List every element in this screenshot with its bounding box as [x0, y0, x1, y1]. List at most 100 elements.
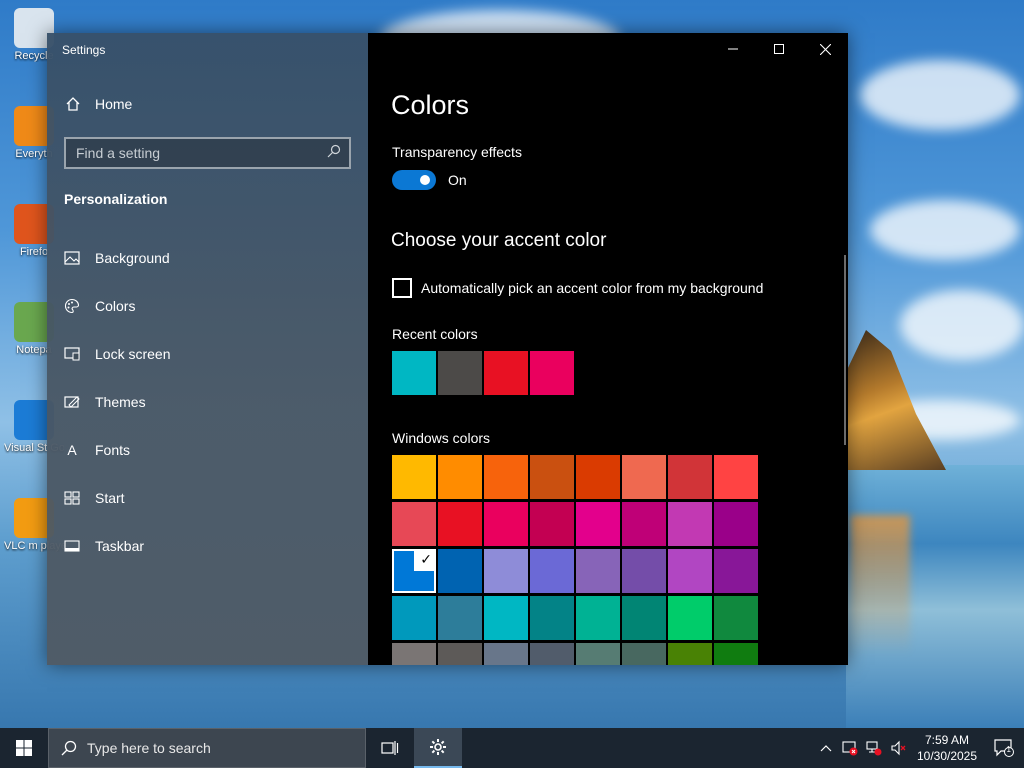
color-swatch[interactable]	[484, 455, 528, 499]
recent-color-swatch[interactable]	[484, 351, 528, 395]
fonts-icon: A	[67, 442, 77, 458]
find-setting-box[interactable]	[64, 137, 351, 169]
nav-item-label: Start	[95, 490, 125, 506]
color-swatch[interactable]	[392, 643, 436, 665]
windows-colors-label: Windows colors	[392, 430, 491, 446]
task-view-button[interactable]	[366, 728, 414, 768]
color-swatch[interactable]	[530, 596, 574, 640]
color-swatch[interactable]	[438, 502, 482, 546]
nav-item-label: Lock screen	[95, 346, 171, 362]
color-swatch[interactable]	[392, 502, 436, 546]
color-swatch[interactable]	[622, 455, 666, 499]
color-swatch[interactable]	[484, 643, 528, 665]
window-title: Settings	[62, 43, 106, 57]
color-swatch[interactable]	[530, 502, 574, 546]
taskbar: Type here to search 7:59 AM 10/30/2025 1	[0, 728, 1024, 768]
color-swatch[interactable]	[438, 643, 482, 665]
home-icon	[65, 96, 81, 112]
notification-count: 1	[1006, 745, 1011, 754]
settings-nav-pane: Settings Home Personalization Background…	[47, 33, 368, 665]
color-swatch[interactable]	[576, 455, 620, 499]
nav-item-taskbar[interactable]: Taskbar	[47, 522, 368, 570]
palette-icon	[64, 298, 80, 314]
system-tray: 7:59 AM 10/30/2025 1	[814, 728, 1024, 768]
color-swatch[interactable]	[438, 549, 482, 593]
color-swatch[interactable]	[622, 596, 666, 640]
recent-color-swatch[interactable]	[530, 351, 574, 395]
color-swatch[interactable]	[530, 455, 574, 499]
auto-pick-checkbox[interactable]	[392, 278, 412, 298]
color-swatch[interactable]	[392, 455, 436, 499]
maximize-button[interactable]	[756, 33, 802, 65]
transparency-toggle[interactable]	[392, 170, 436, 190]
image-icon	[64, 250, 80, 266]
maximize-icon	[774, 44, 784, 54]
settings-window: Settings Home Personalization Background…	[47, 33, 848, 665]
taskbar-clock[interactable]: 7:59 AM 10/30/2025	[910, 732, 984, 764]
recent-color-swatch[interactable]	[438, 351, 482, 395]
nav-item-lock-screen[interactable]: Lock screen	[47, 330, 368, 378]
color-swatch[interactable]	[668, 502, 712, 546]
color-swatch[interactable]	[714, 643, 758, 665]
color-swatch[interactable]	[438, 455, 482, 499]
windows-colors-grid: ✓	[392, 455, 758, 665]
desktop-reflection	[850, 515, 910, 655]
color-swatch[interactable]	[576, 596, 620, 640]
nav-item-label: Taskbar	[95, 538, 145, 554]
color-swatch[interactable]	[576, 502, 620, 546]
nav-item-start[interactable]: Start	[47, 474, 368, 522]
start-button[interactable]	[0, 728, 48, 768]
start-icon	[64, 490, 80, 506]
nav-item-fonts[interactable]: A Fonts	[47, 426, 368, 474]
taskbar-search[interactable]: Type here to search	[48, 728, 366, 768]
chevron-up-icon[interactable]	[814, 728, 838, 768]
nav-item-colors[interactable]: Colors	[47, 282, 368, 330]
color-swatch[interactable]	[714, 455, 758, 499]
recent-color-swatch[interactable]	[392, 351, 436, 395]
clock-date: 10/30/2025	[916, 749, 978, 763]
search-icon[interactable]	[327, 144, 341, 163]
task-view-icon	[381, 741, 399, 755]
nav-item-background[interactable]: Background	[47, 234, 368, 282]
color-swatch[interactable]	[484, 502, 528, 546]
color-swatch[interactable]	[392, 596, 436, 640]
color-swatch[interactable]	[622, 502, 666, 546]
nav-home[interactable]: Home	[65, 96, 132, 112]
color-swatch[interactable]	[714, 596, 758, 640]
color-swatch[interactable]	[668, 596, 712, 640]
color-swatch[interactable]	[530, 643, 574, 665]
color-swatch[interactable]	[484, 549, 528, 593]
color-swatch[interactable]	[576, 643, 620, 665]
taskbar-icon	[64, 538, 80, 554]
color-swatch[interactable]	[668, 549, 712, 593]
nav-item-themes[interactable]: Themes	[47, 378, 368, 426]
color-swatch[interactable]	[714, 502, 758, 546]
color-swatch[interactable]	[668, 643, 712, 665]
color-swatch[interactable]	[622, 643, 666, 665]
color-swatch[interactable]	[484, 596, 528, 640]
color-swatch[interactable]	[668, 455, 712, 499]
color-swatch[interactable]	[622, 549, 666, 593]
color-swatch[interactable]	[714, 549, 758, 593]
clock-time: 7:59 AM	[924, 733, 970, 747]
minimize-button[interactable]	[710, 33, 756, 65]
color-swatch[interactable]	[438, 596, 482, 640]
settings-content-pane: Colors Transparency effects On Choose yo…	[368, 33, 848, 665]
speaker-muted-icon[interactable]	[886, 728, 910, 768]
transparency-state: On	[448, 172, 467, 188]
scrollbar[interactable]	[844, 255, 846, 445]
accent-heading: Choose your accent color	[391, 230, 607, 251]
window-controls	[710, 33, 848, 65]
taskbar-search-placeholder: Type here to search	[87, 740, 211, 756]
network-disconnected-icon[interactable]	[862, 728, 886, 768]
search-icon	[61, 740, 77, 756]
color-swatch[interactable]	[530, 549, 574, 593]
taskbar-settings-app[interactable]	[414, 728, 462, 768]
close-button[interactable]	[802, 33, 848, 65]
selected-color-swatch[interactable]: ✓	[392, 549, 436, 593]
find-setting-input[interactable]	[76, 145, 327, 161]
nav-list: Background Colors Lock screen Themes A F…	[47, 234, 368, 570]
color-swatch[interactable]	[576, 549, 620, 593]
security-alert-icon[interactable]	[838, 728, 862, 768]
notification-center-button[interactable]: 1	[984, 728, 1024, 768]
